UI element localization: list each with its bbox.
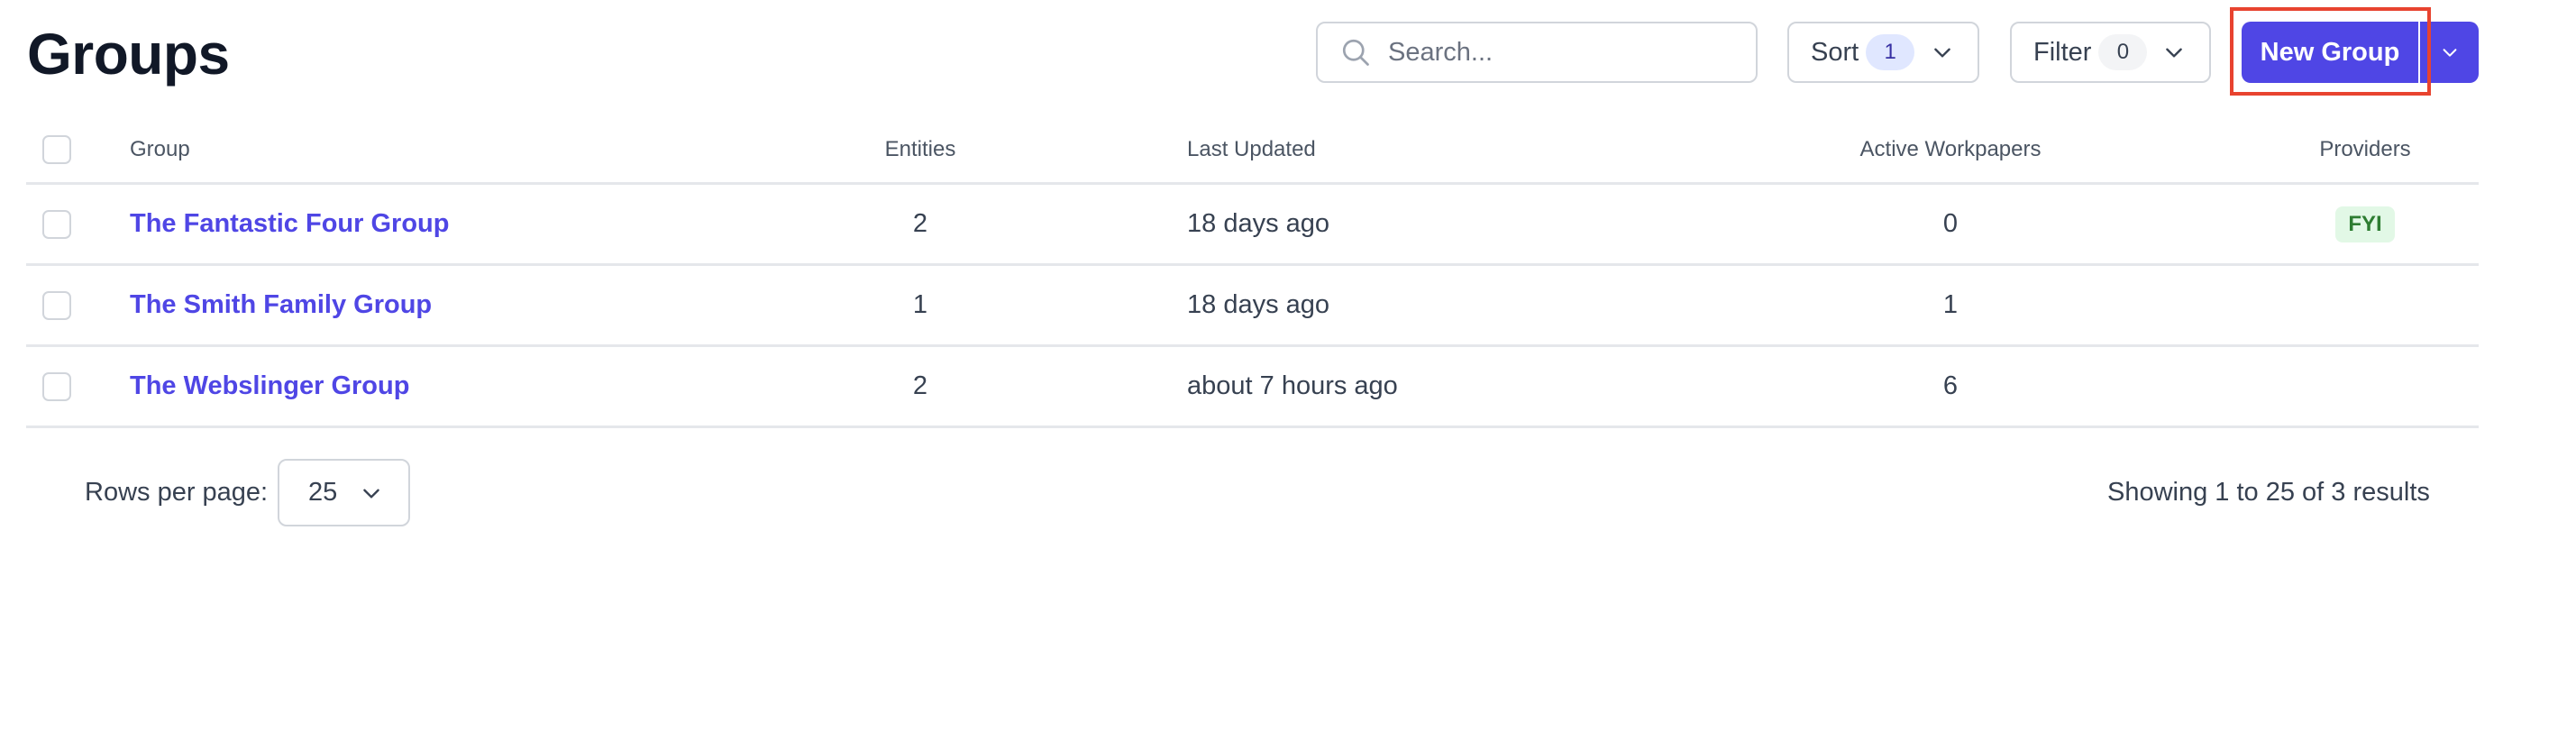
providers-cell (2270, 266, 2460, 344)
providers-cell (2270, 347, 2460, 425)
chevron-down-icon (363, 489, 379, 499)
provider-badge: FYI (2335, 206, 2395, 242)
new-group-split-button: New Group (2242, 22, 2479, 83)
column-header-active-workpapers[interactable]: Active Workpapers (1811, 117, 2090, 182)
rows-per-page-label: Rows per page: (85, 478, 269, 507)
sort-count-badge: 1 (1866, 34, 1915, 70)
new-group-dropdown-button[interactable] (2420, 22, 2479, 83)
active-workpapers-cell: 0 (1942, 209, 1959, 238)
row-checkbox[interactable] (42, 371, 71, 401)
entities-cell: 2 (912, 371, 928, 400)
chevron-down-icon (2166, 48, 2182, 58)
column-header-providers[interactable]: Providers (2270, 117, 2460, 182)
pagination-summary: Showing 1 to 25 of 3 results (2107, 478, 2430, 507)
group-link[interactable]: The Webslinger Group (130, 371, 409, 401)
row-checkbox[interactable] (42, 290, 71, 320)
last-updated-cell: 18 days ago (1187, 290, 1330, 319)
column-header-entities[interactable]: Entities (774, 117, 1066, 182)
search-icon (1342, 39, 1369, 66)
sort-button[interactable]: Sort 1 (1787, 22, 1979, 83)
active-workpapers-cell: 6 (1942, 371, 1959, 400)
filter-count-badge: 0 (2098, 34, 2148, 70)
rows-per-page-select[interactable]: 25 (278, 459, 410, 526)
last-updated-cell: about 7 hours ago (1187, 371, 1398, 400)
page-title: Groups (27, 22, 230, 87)
table-row[interactable]: The Smith Family Group 1 18 days ago 1 (26, 266, 2479, 347)
active-workpapers-cell: 1 (1942, 290, 1959, 319)
split-divider (2418, 22, 2420, 83)
chevron-down-icon (2443, 49, 2456, 57)
row-checkbox[interactable] (42, 209, 71, 239)
table-row[interactable]: The Webslinger Group 2 about 7 hours ago… (26, 347, 2479, 428)
column-header-last-updated[interactable]: Last Updated (1187, 117, 1316, 182)
entities-cell: 1 (912, 290, 928, 319)
group-link[interactable]: The Smith Family Group (130, 290, 432, 320)
sort-label: Sort (1811, 37, 1859, 67)
search-input[interactable] (1388, 37, 1731, 68)
filter-label: Filter (2033, 37, 2092, 67)
group-link[interactable]: The Fantastic Four Group (130, 209, 449, 239)
last-updated-cell: 18 days ago (1187, 209, 1330, 238)
new-group-button[interactable]: New Group (2242, 22, 2418, 83)
search-field[interactable] (1316, 22, 1758, 83)
select-all-checkbox[interactable] (42, 135, 71, 164)
table-header-row: Group Entities Last Updated Active Workp… (26, 117, 2479, 185)
table-row[interactable]: The Fantastic Four Group 2 18 days ago 0… (26, 185, 2479, 266)
rows-per-page-value: 25 (308, 478, 338, 507)
column-header-group[interactable]: Group (130, 117, 190, 182)
groups-table: Group Entities Last Updated Active Workp… (26, 117, 2479, 428)
chevron-down-icon (1934, 48, 1950, 58)
filter-button[interactable]: Filter 0 (2010, 22, 2211, 83)
entities-cell: 2 (912, 209, 928, 238)
